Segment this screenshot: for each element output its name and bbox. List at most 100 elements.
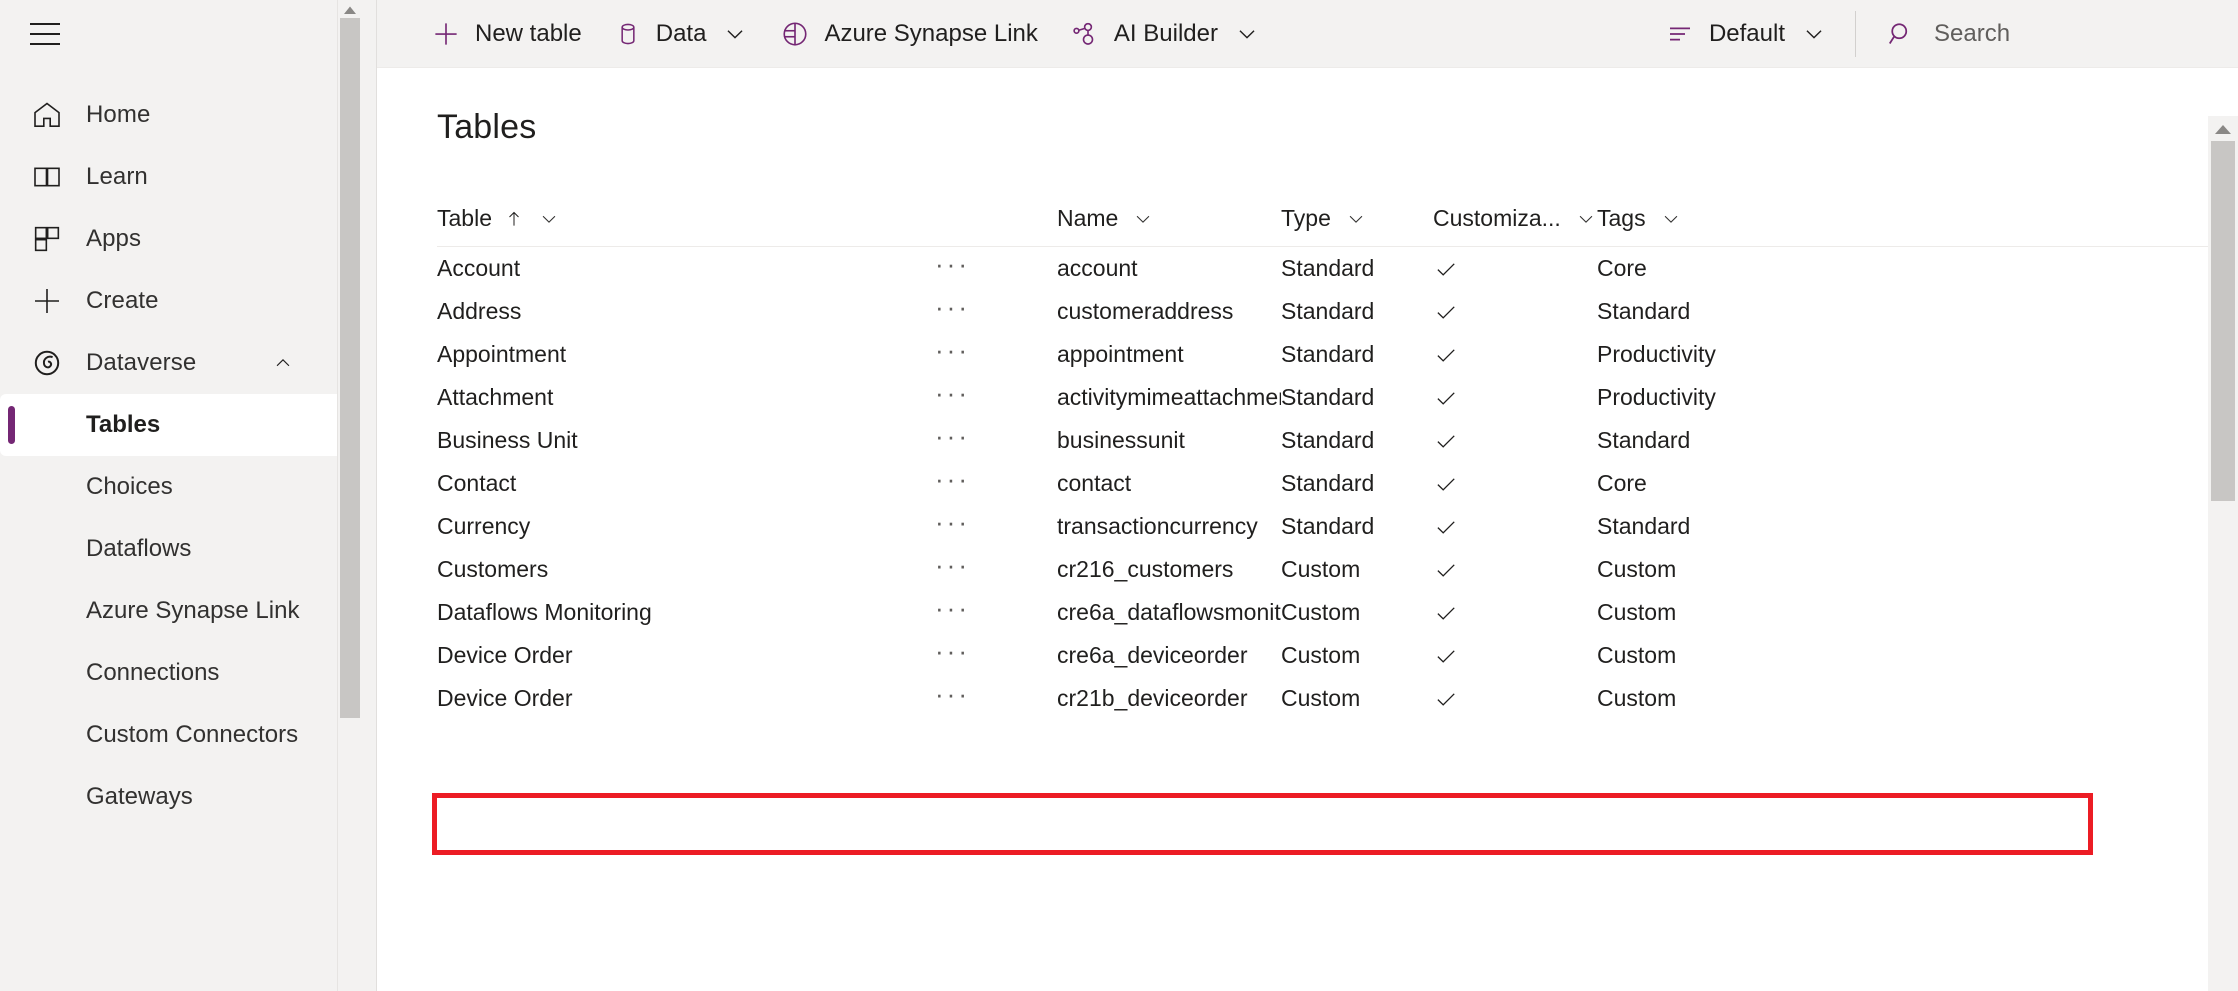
cell-type: Custom (1281, 556, 1361, 582)
sidebar-subitem-label: Dataflows (86, 535, 192, 562)
sidebar-item-apps[interactable]: Apps (0, 208, 352, 270)
view-list-icon (1665, 19, 1695, 49)
chevron-down-icon[interactable] (538, 208, 560, 230)
column-header-type[interactable]: Type (1281, 205, 1433, 232)
table-row[interactable]: Contact ··· contact Standard Core (437, 462, 2208, 505)
chevron-down-icon[interactable] (1660, 208, 1682, 230)
annotation-highlight-rect (432, 793, 2093, 855)
sidebar-subitem-label: Tables (86, 411, 161, 438)
scroll-up-arrow-icon[interactable] (2208, 120, 2238, 138)
tables-grid: Table Name Type Customiza... Tags Accoun… (377, 191, 2238, 720)
table-row[interactable]: Device Order ··· cre6a_deviceorder Custom Cu… (437, 634, 2208, 677)
cell-tags: Productivity (1597, 384, 1716, 410)
column-header-label: Customiza... (1433, 205, 1561, 231)
sidebar-item-custom-connectors[interactable]: Custom Connectors (0, 704, 352, 766)
menu-toggle-wrap (0, 0, 352, 68)
row-more-options-button[interactable]: ··· (935, 258, 1057, 280)
table-row[interactable]: Customers ··· cr216_customers Custom Custom (437, 548, 2208, 591)
sidebar-item-choices[interactable]: Choices (0, 456, 352, 518)
content-scrollbar[interactable] (2208, 116, 2238, 991)
cell-table-display-name[interactable]: Appointment (437, 341, 935, 368)
cell-tags: Custom (1597, 642, 1677, 668)
row-more-options-button[interactable]: ··· (935, 516, 1057, 538)
table-row[interactable]: Currency ··· transactioncurrency Standard St… (437, 505, 2208, 548)
cell-type: Standard (1281, 298, 1375, 324)
row-more-options-button[interactable]: ··· (935, 344, 1057, 366)
new-table-button[interactable]: New table (415, 6, 598, 62)
check-icon (1433, 342, 1459, 368)
cell-table-display-name[interactable]: Account (437, 255, 935, 282)
sidebar-item-home[interactable]: Home (0, 84, 352, 146)
cell-logical-name: businessunit (1057, 427, 1185, 453)
table-row[interactable]: Dataflows Monitoring ··· cre6a_dataflowsmo… (437, 591, 2208, 634)
table-row[interactable]: Address ··· customeraddress Standard Standar… (437, 290, 2208, 333)
chevron-up-icon[interactable] (272, 352, 294, 374)
cell-table-display-name[interactable]: Device Order (437, 685, 935, 712)
sidebar-subitem-label: Azure Synapse Link (86, 597, 300, 624)
chevron-down-icon[interactable] (1801, 21, 1827, 47)
chevron-down-icon[interactable] (1345, 208, 1367, 230)
sidebar-item-dataflows[interactable]: Dataflows (0, 518, 352, 580)
cell-table-display-name[interactable]: Customers (437, 556, 935, 583)
cell-type: Custom (1281, 599, 1361, 625)
cell-table-display-name[interactable]: Currency (437, 513, 935, 540)
cell-table-display-name[interactable]: Device Order (437, 642, 935, 669)
sidebar-item-learn[interactable]: Learn (0, 146, 352, 208)
cell-table-display-name[interactable]: Attachment (437, 384, 935, 411)
row-more-options-button[interactable]: ··· (935, 559, 1057, 581)
cell-customizable (1433, 385, 1597, 411)
data-menu-button[interactable]: Data (598, 6, 765, 62)
chevron-down-icon[interactable] (1575, 208, 1597, 230)
sidebar-item-create[interactable]: Create (0, 270, 352, 332)
chevron-down-icon[interactable] (1234, 21, 1260, 47)
row-more-options-button[interactable]: ··· (935, 688, 1057, 710)
column-header-tags[interactable]: Tags (1597, 205, 2208, 232)
sidebar-group-dataverse[interactable]: Dataverse (0, 332, 352, 394)
command-bar-right: Default Search (1649, 0, 2238, 68)
chevron-down-icon[interactable] (1132, 208, 1154, 230)
azure-synapse-link-button[interactable]: Azure Synapse Link (764, 6, 1053, 62)
cell-customizable (1433, 428, 1597, 454)
row-more-options-button[interactable]: ··· (935, 430, 1057, 452)
column-header-name[interactable]: Name (1057, 205, 1281, 232)
page-scrollbar[interactable] (337, 0, 361, 991)
cell-customizable (1433, 299, 1597, 325)
table-row[interactable]: Appointment ··· appointment Standard Product… (437, 333, 2208, 376)
command-bar-divider (1855, 11, 1856, 57)
cell-table-display-name[interactable]: Business Unit (437, 427, 935, 454)
table-row[interactable]: Attachment ··· activitymimeattachment Stand… (437, 376, 2208, 419)
cell-logical-name: cr21b_deviceorder (1057, 685, 1248, 711)
cell-table-display-name[interactable]: Contact (437, 470, 935, 497)
row-more-options-button[interactable]: ··· (935, 602, 1057, 624)
scroll-up-arrow-icon[interactable] (338, 3, 362, 17)
table-row[interactable]: Business Unit ··· businessunit Standard Stan… (437, 419, 2208, 462)
row-more-options-button[interactable]: ··· (935, 301, 1057, 323)
sidebar-item-azure-synapse-link[interactable]: Azure Synapse Link (0, 580, 352, 642)
row-more-options-button[interactable]: ··· (935, 645, 1057, 667)
cell-tags: Standard (1597, 427, 1691, 453)
table-row[interactable]: Account ··· account Standard Core (437, 247, 2208, 290)
sidebar-item-connections[interactable]: Connections (0, 642, 352, 704)
cell-tags: Productivity (1597, 341, 1716, 367)
cell-table-display-name[interactable]: Address (437, 298, 935, 325)
sidebar-item-tables[interactable]: Tables (0, 394, 346, 456)
cell-table-display-name[interactable]: Dataflows Monitoring (437, 599, 935, 626)
row-more-options-button[interactable]: ··· (935, 473, 1057, 495)
page-scrollbar-thumb[interactable] (340, 18, 360, 718)
sidebar-item-gateways[interactable]: Gateways (0, 766, 352, 828)
database-icon (614, 20, 642, 48)
sidebar-subitem-label: Custom Connectors (86, 721, 299, 748)
ai-builder-menu-button[interactable]: AI Builder (1054, 6, 1276, 62)
table-row[interactable]: Device Order ··· cr21b_deviceorder Custom Cu… (437, 677, 2208, 720)
search-input[interactable]: Search (1868, 0, 2238, 68)
column-header-table[interactable]: Table (437, 205, 935, 232)
hamburger-icon[interactable] (30, 23, 60, 45)
chevron-down-icon[interactable] (722, 21, 748, 47)
view-selector-button[interactable]: Default (1649, 6, 1843, 62)
sidebar-item-label: Create (86, 287, 159, 314)
row-more-options-button[interactable]: ··· (935, 387, 1057, 409)
column-header-customizable[interactable]: Customiza... (1433, 205, 1597, 232)
check-icon (1433, 256, 1459, 282)
cell-customizable (1433, 514, 1597, 540)
content-scrollbar-thumb[interactable] (2211, 141, 2235, 501)
